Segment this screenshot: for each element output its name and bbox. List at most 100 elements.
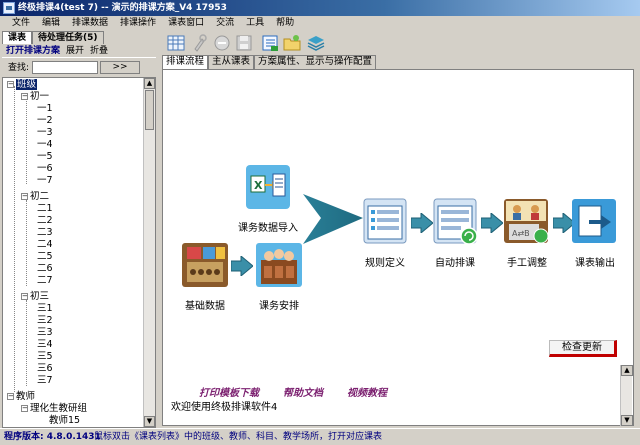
tree-group[interactable]: − 初二 <box>21 191 49 203</box>
tree-group[interactable]: − 初三 <box>21 291 49 303</box>
version-text: 程序版本: 4.8.0.1431 <box>4 432 101 442</box>
scroll-up-icon[interactable]: ▲ <box>144 78 155 89</box>
tree-item[interactable]: 二2 <box>37 215 53 227</box>
merge-arrow-icon <box>303 194 363 244</box>
menu-tools[interactable]: 工具 <box>240 16 270 31</box>
tree-item[interactable]: 三5 <box>37 351 53 363</box>
tree-item[interactable]: 三6 <box>37 363 53 375</box>
tree-item[interactable]: 二5 <box>37 251 53 263</box>
print-template-link[interactable]: 打印模板下载 <box>199 384 259 399</box>
scroll-thumb[interactable] <box>145 90 154 130</box>
tab-flow[interactable]: 排课流程 <box>162 55 209 69</box>
tree-item[interactable]: 三4 <box>37 339 53 351</box>
menu-edit[interactable]: 编辑 <box>36 16 66 31</box>
svg-text:A⇄B: A⇄B <box>512 229 530 238</box>
tree-item[interactable]: 二3 <box>37 227 53 239</box>
tree-scrollbar[interactable]: ▲ ▼ <box>143 78 155 427</box>
left-tabs: 课表 待处理任务(5) <box>2 31 104 44</box>
scroll-down-icon[interactable]: ▼ <box>144 416 155 427</box>
rules-icon[interactable] <box>363 198 407 244</box>
rules-label: 规则定义 <box>365 258 405 269</box>
grid-icon[interactable] <box>166 33 186 53</box>
timetable-output-icon[interactable] <box>571 198 619 246</box>
app-icon <box>3 2 15 14</box>
tree-root-teachers[interactable]: − 教师 <box>7 391 35 403</box>
tab-plan-config[interactable]: 方案属性、显示与操作配置 <box>254 55 377 69</box>
manual-adjust-icon[interactable]: A⇄B <box>503 198 551 246</box>
toolbar <box>162 31 640 55</box>
search-input[interactable] <box>32 61 98 74</box>
timetable-output-label: 课表输出 <box>575 258 615 269</box>
canvas-scrollbar[interactable]: ▲ ▼ <box>620 365 633 426</box>
class-tree[interactable]: − 班级 − 初一 一1 一2 一3 一4 一5 一6 一7 − 初二 二1 二2 二… <box>2 77 156 428</box>
flow-canvas: X 课务数据导入 基础数据 课务安排 规则定义 自动排课 A⇄B 手工调整 课表… <box>162 69 634 426</box>
tab-master-slave[interactable]: 主从课表 <box>208 55 255 69</box>
tree-item[interactable]: 三2 <box>37 315 53 327</box>
arrow-right-icon <box>481 213 503 233</box>
content-tabs: 排课流程 主从课表 方案属性、显示与操作配置 <box>162 55 377 69</box>
svg-text:X: X <box>254 179 263 192</box>
scroll-up-icon[interactable]: ▲ <box>621 365 633 376</box>
course-arrange-label: 课务安排 <box>259 301 299 312</box>
tree-item[interactable]: 一3 <box>37 127 53 139</box>
tree-item[interactable]: 二7 <box>37 275 53 287</box>
tree-item[interactable]: 三3 <box>37 327 53 339</box>
auto-schedule-icon[interactable] <box>433 198 479 246</box>
auto-schedule-label: 自动排课 <box>435 258 475 269</box>
tree-item[interactable]: 三1 <box>37 303 53 315</box>
tree-item[interactable]: 三7 <box>37 375 53 387</box>
course-import-icon[interactable]: X <box>245 164 291 210</box>
menu-bar: 文件 编辑 排课数据 排课操作 课表窗口 交流 工具 帮助 <box>0 16 640 31</box>
basic-data-label: 基础数据 <box>185 301 225 312</box>
menu-schedule-data[interactable]: 排课数据 <box>66 16 114 31</box>
help-doc-link[interactable]: 帮助文档 <box>283 384 323 399</box>
tree-item[interactable]: 一1 <box>37 103 53 115</box>
collapse-button[interactable]: 折叠 <box>90 45 108 57</box>
search-label: 查找: <box>8 63 30 73</box>
title-bar: 终极排课4(test 7) -- 演示的排课方案_V4 17953 <box>0 0 640 16</box>
tree-item[interactable]: 教师15 <box>49 415 80 427</box>
tree-item[interactable]: 二4 <box>37 239 53 251</box>
menu-file[interactable]: 文件 <box>6 16 36 31</box>
tree-item[interactable]: 一6 <box>37 163 53 175</box>
tools-icon[interactable] <box>190 33 210 53</box>
tree-item[interactable]: 二6 <box>37 263 53 275</box>
status-bar: 程序版本: 4.8.0.1431 鼠标双击《课表列表》中的班级、教师、科目、教学… <box>0 428 640 444</box>
search-button[interactable]: >> <box>100 61 140 74</box>
tree-item[interactable]: 一5 <box>37 151 53 163</box>
layers-icon[interactable] <box>306 33 326 53</box>
folder-icon[interactable] <box>282 33 302 53</box>
course-arrange-icon[interactable] <box>255 242 303 288</box>
left-actions: 打开排课方案 展开 折叠 <box>2 45 156 58</box>
menu-window[interactable]: 课表窗口 <box>162 16 210 31</box>
search-row: 查找: >> <box>2 61 156 75</box>
expand-button[interactable]: 展开 <box>66 45 84 57</box>
status-tip: 鼠标双击《课表列表》中的班级、教师、科目、教学场所，打开对应课表 <box>94 432 383 442</box>
course-import-label: 课务数据导入 <box>238 223 298 234</box>
tab-pending-tasks[interactable]: 待处理任务(5) <box>32 31 104 44</box>
arrow-right-icon <box>411 213 433 233</box>
tab-timetable[interactable]: 课表 <box>2 31 33 44</box>
tree-item[interactable]: 一2 <box>37 115 53 127</box>
tree-item[interactable]: 一7 <box>37 175 53 187</box>
manual-adjust-label: 手工调整 <box>507 258 547 269</box>
tree-group[interactable]: − 初一 <box>21 91 49 103</box>
tree-root-classes[interactable]: − 班级 <box>7 79 38 91</box>
tree-group[interactable]: − 理化生教研组 <box>21 403 87 415</box>
list-icon[interactable] <box>260 33 280 53</box>
window-title: 终极排课4(test 7) -- 演示的排课方案_V4 17953 <box>18 3 227 13</box>
menu-exchange[interactable]: 交流 <box>210 16 240 31</box>
check-update-button[interactable]: 检查更新 <box>549 340 617 357</box>
tree-item[interactable]: 二1 <box>37 203 53 215</box>
menu-schedule-ops[interactable]: 排课操作 <box>114 16 162 31</box>
open-plan-button[interactable]: 打开排课方案 <box>6 45 60 57</box>
video-tutorial-link[interactable]: 视频教程 <box>347 384 387 399</box>
tree-item[interactable]: 一4 <box>37 139 53 151</box>
cancel-icon[interactable] <box>212 33 232 53</box>
left-panel: 课表 待处理任务(5) 打开排课方案 展开 折叠 查找: >> − 班级 − 初一 … <box>0 31 158 428</box>
scroll-down-icon[interactable]: ▼ <box>621 415 633 426</box>
disk-icon[interactable] <box>234 33 254 53</box>
basic-data-icon[interactable] <box>181 242 229 288</box>
welcome-text: 欢迎使用终极排课软件4 <box>171 402 278 413</box>
menu-help[interactable]: 帮助 <box>270 16 300 31</box>
